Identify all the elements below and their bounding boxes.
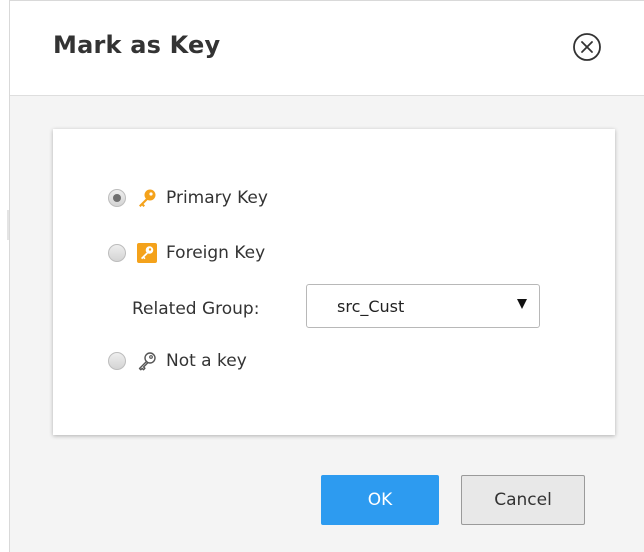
foreign-key-radio[interactable]: [108, 244, 126, 262]
dialog-title: Mark as Key: [53, 31, 221, 59]
dialog-header: Mark as Key: [10, 1, 644, 96]
mark-as-key-dialog: Mark as Key Primary Key Foreign Key Rela…: [9, 0, 644, 552]
foreign-key-label: Foreign Key: [166, 243, 266, 263]
option-foreign-key[interactable]: Foreign Key: [108, 239, 265, 267]
close-button[interactable]: [572, 32, 602, 62]
option-not-a-key[interactable]: Not a key: [108, 347, 247, 375]
not-a-key-label: Not a key: [166, 351, 247, 371]
key-badge-icon: [136, 242, 158, 264]
ok-button[interactable]: OK: [321, 475, 439, 525]
primary-key-radio[interactable]: [108, 189, 126, 207]
key-filled-icon: [136, 187, 158, 209]
not-a-key-radio[interactable]: [108, 352, 126, 370]
dropdown-arrow-icon: [517, 299, 527, 309]
key-outline-icon: [136, 350, 158, 372]
related-group-select[interactable]: src_Cust: [306, 284, 540, 328]
primary-key-label: Primary Key: [166, 188, 268, 208]
circle-x-icon: [573, 33, 601, 61]
cancel-button[interactable]: Cancel: [461, 475, 585, 525]
related-group-label: Related Group:: [132, 299, 260, 319]
background-edge: [0, 0, 9, 552]
key-options-panel: Primary Key Foreign Key Related Group: s…: [53, 129, 615, 435]
option-primary-key[interactable]: Primary Key: [108, 184, 268, 212]
related-group-value: src_Cust: [337, 297, 405, 316]
